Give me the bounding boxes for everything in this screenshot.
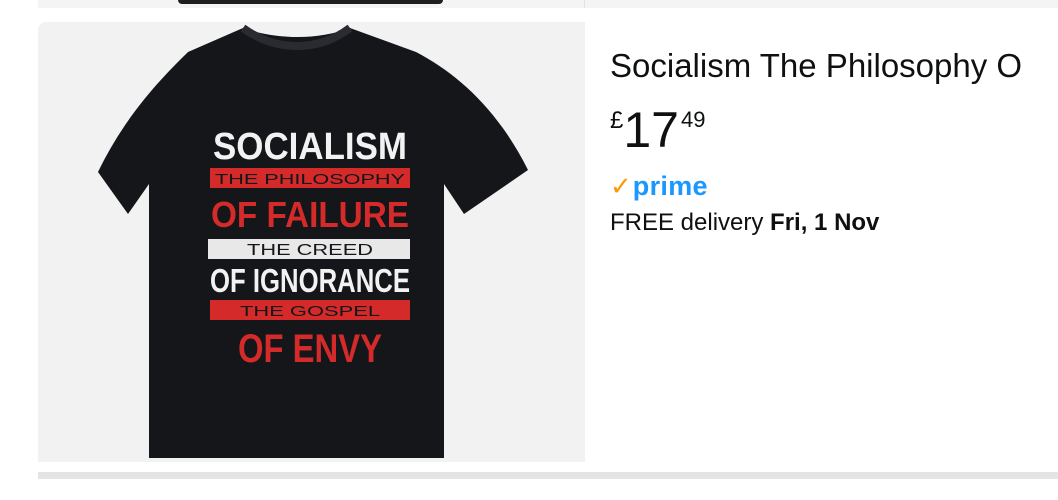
product-card[interactable]: SOCIALISM THE PHILOSOPHY OF FAILURE THE … — [38, 22, 1058, 462]
product-info: Socialism The Philosophy O £ 17 49 ✓ pri… — [610, 44, 1058, 238]
print-text-philosophy: THE PHILOSOPHY — [215, 171, 405, 188]
previous-result-strip — [38, 0, 1058, 8]
product-image[interactable]: SOCIALISM THE PHILOSOPHY OF FAILURE THE … — [38, 22, 585, 462]
print-text-the-gospel: THE GOSPEL — [240, 303, 380, 320]
prime-badge: ✓ prime — [610, 170, 1058, 202]
previous-product-image-edge — [178, 0, 443, 4]
delivery-date: Fri, 1 Nov — [770, 209, 880, 236]
prime-check-icon: ✓ — [610, 171, 632, 201]
price-fraction: 49 — [680, 107, 706, 132]
print-text-of-failure: OF FAILURE — [211, 194, 409, 235]
product-price: £ 17 49 — [610, 104, 1058, 158]
price-whole: 17 — [623, 102, 679, 158]
print-text-the-creed: THE CREED — [247, 242, 373, 259]
delivery-label: FREE delivery — [610, 209, 771, 236]
product-title[interactable]: Socialism The Philosophy O — [610, 44, 1058, 88]
print-text-of-ignorance: OF IGNORANCE — [210, 262, 410, 299]
next-result-separator — [38, 472, 1058, 479]
print-text-of-envy: OF ENVY — [238, 327, 382, 371]
delivery-info: FREE delivery Fri, 1 Nov — [610, 208, 1058, 238]
divider — [584, 0, 585, 8]
print-text-socialism: SOCIALISM — [213, 126, 407, 168]
tshirt-image: SOCIALISM THE PHILOSOPHY OF FAILURE THE … — [98, 24, 528, 458]
prime-logo-text: prime — [632, 171, 708, 201]
price-currency: £ — [610, 107, 624, 134]
